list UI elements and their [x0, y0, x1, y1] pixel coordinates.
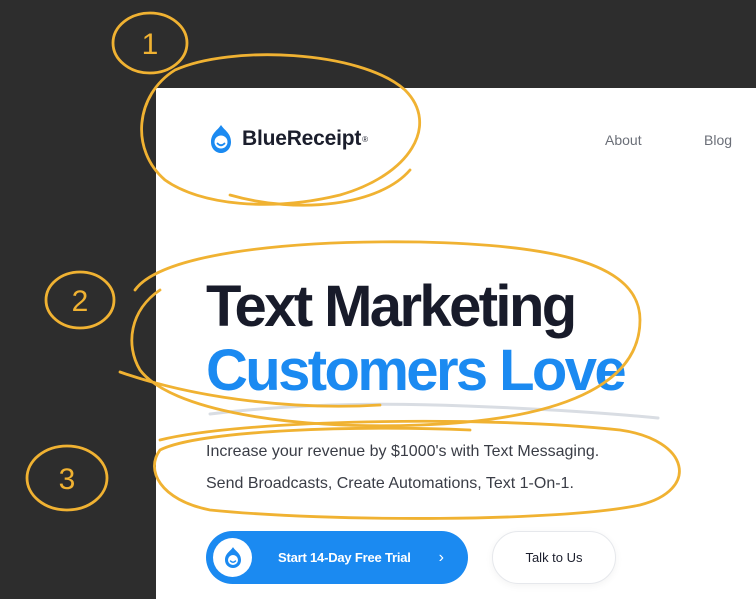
annotation-circle-1 [111, 11, 189, 75]
chat-face-icon [213, 538, 252, 577]
chevron-right-icon: › [438, 548, 444, 566]
annotation-number-2: 2 [72, 285, 89, 318]
annotation-number-1: 1 [142, 28, 159, 61]
annotation-circle-3 [25, 444, 109, 512]
hero-subtext-line1: Increase your revenue by $1000's with Te… [206, 443, 600, 460]
bluereceipt-logo-icon [211, 125, 231, 153]
brand-logo[interactable]: BlueReceipt ® [206, 123, 368, 155]
annotation-circle-2 [44, 270, 116, 330]
brand-name: BlueReceipt [242, 127, 362, 150]
start-trial-label: Start 14-Day Free Trial [278, 550, 411, 565]
landing-page: BlueReceipt ® About Blog Text Marketing C… [156, 88, 756, 599]
registered-mark: ® [362, 134, 369, 144]
headline-underline-swoosh [208, 402, 660, 420]
annotation-number-3: 3 [59, 463, 76, 496]
nav-about[interactable]: About [605, 132, 642, 148]
hero-headline-line2: Customers Love [206, 338, 627, 403]
start-trial-button[interactable]: Start 14-Day Free Trial › [206, 531, 468, 584]
nav-blog[interactable]: Blog [704, 132, 732, 148]
talk-to-us-button[interactable]: Talk to Us [492, 531, 616, 584]
hero-headline-line1: Text Marketing [206, 274, 577, 339]
hero-subtext-line2: Send Broadcasts, Create Automations, Tex… [206, 475, 574, 492]
